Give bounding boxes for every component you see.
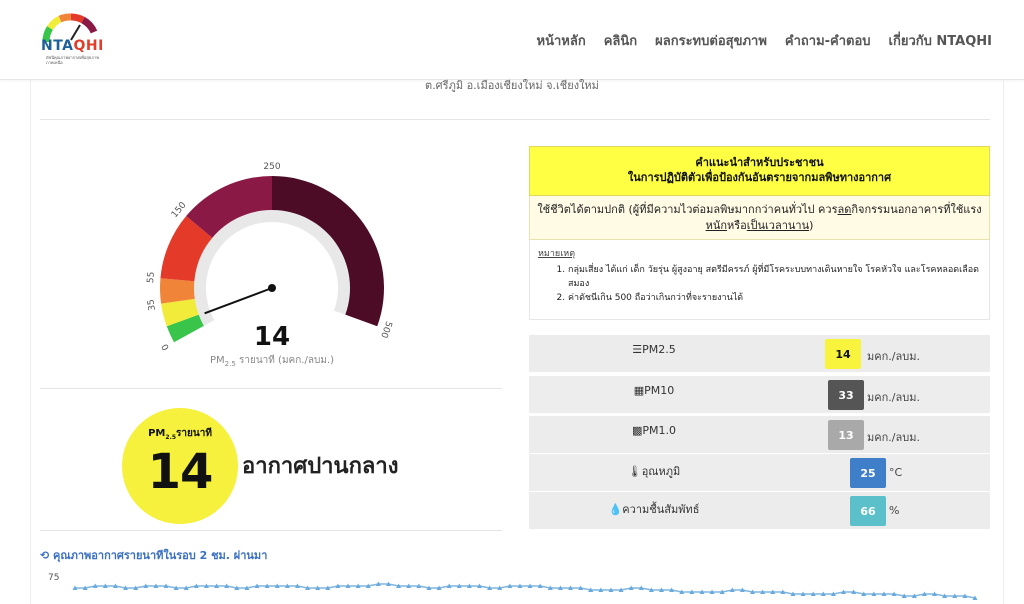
notes-title: หมายเหตุ xyxy=(538,249,576,259)
gauge-tick-label: 55 xyxy=(146,271,157,283)
aqi-circle-label: PM2.5รายนาที xyxy=(148,428,212,441)
left-border xyxy=(30,80,31,604)
reading-unit: % xyxy=(889,504,900,517)
gauge-tick-label: 0 xyxy=(160,341,172,351)
reading-label: ▦PM10 xyxy=(633,384,675,397)
advice-title: คำแนะนำสำหรับประชาชน ในการปฏิบัติตัวเพื่… xyxy=(529,146,990,196)
reading-label: ▩PM1.0 xyxy=(631,424,677,437)
nav-home[interactable]: หน้าหลัก xyxy=(537,30,586,51)
air-condition-text: อากาศปานกลาง xyxy=(242,454,399,479)
pm25-history-chart xyxy=(72,581,978,600)
logo-text: NTAQHI xyxy=(41,38,104,54)
reading-unit: มคก./ลบม. xyxy=(867,431,920,444)
reading-label: ☰PM2.5 xyxy=(632,343,676,356)
reading-label: 🌡อุณหภูมิ xyxy=(627,465,681,478)
aqi-circle: PM2.5รายนาที 14 xyxy=(122,408,238,524)
chart-ytick: 75 xyxy=(48,573,60,583)
history-icon: ⟲ xyxy=(40,549,54,562)
reading-row-pm1: ▩PM1.0 13 มคก./ลบม. xyxy=(529,416,990,454)
main-nav: หน้าหลัก คลินิก ผลกระทบต่อสุขภาพ คำถาม-ค… xyxy=(537,30,992,51)
divider xyxy=(40,530,502,531)
gauge-caption: PM2.5 รายนาที (มคก./ลบม.) xyxy=(210,355,334,368)
nav-faq[interactable]: คำถาม-คำตอบ xyxy=(785,30,871,51)
gauge-tick-label: 250 xyxy=(263,162,280,172)
reading-unit: มคก./ลบม. xyxy=(867,350,920,363)
reading-value: 33 xyxy=(828,380,864,410)
reading-row-temperature: 🌡อุณหภูมิ 25 °C xyxy=(529,454,990,492)
gauge-needle xyxy=(204,287,273,315)
reading-row-pm10: ▦PM10 33 มคก./ลบม. xyxy=(529,376,990,414)
bars-icon: ☰ xyxy=(632,343,643,356)
nav-health-effects[interactable]: ผลกระทบต่อสุขภาพ xyxy=(655,30,767,51)
nav-about[interactable]: เกี่ยวกับ NTAQHI xyxy=(889,30,992,51)
note-item: กลุ่มเสี่ยง ได้แก่ เด็ก วัยรุ่น ผู้สูงอา… xyxy=(568,263,981,291)
reading-value: 25 xyxy=(850,458,886,488)
gauge-value: 14 xyxy=(253,322,291,352)
reading-row-humidity: 💧ความชื้นสัมพัทธ์ 66 % xyxy=(529,492,990,530)
chart-title: ⟲ คุณภาพอากาศรายนาทีในรอบ 2 ชม. ผ่านมา xyxy=(40,549,268,562)
chart-series-line xyxy=(75,583,976,599)
reading-label: 💧ความชื้นสัมพัทธ์ xyxy=(608,503,700,516)
divider xyxy=(40,119,990,120)
reading-value: 66 xyxy=(850,496,886,526)
advice-body: ใช้ชีวิตได้ตามปกติ (ผู้ที่มีความไวต่อมลพ… xyxy=(529,196,990,240)
advice-notes: หมายเหตุ กลุ่มเสี่ยง ได้แก่ เด็ก วัยรุ่น… xyxy=(529,240,990,320)
reading-value: 14 xyxy=(825,339,861,369)
reading-unit: °C xyxy=(889,466,903,479)
station-location: ต.ศรีภูมิ อ.เมืองเชียงใหม่ จ.เชียงใหม่ xyxy=(425,79,599,92)
reading-row-pm25: ☰PM2.5 14 มคก./ลบม. xyxy=(529,335,990,373)
gauge-needle-hub xyxy=(268,284,276,292)
nav-clinic[interactable]: คลินิก xyxy=(604,30,637,51)
logo-subtitle: ดัชนีคุณภาพอากาศเพื่อสุขภาพภาคเหนือ xyxy=(46,55,99,65)
top-navbar: NTAQHI ดัชนีคุณภาพอากาศเพื่อสุขภาพภาคเหน… xyxy=(0,0,1024,80)
right-border xyxy=(1003,80,1004,604)
advice-title-line2: ในการปฏิบัติตัวเพื่อป้องกันอันตรายจากมลพ… xyxy=(627,171,892,184)
thermometer-icon: 🌡 xyxy=(627,465,642,478)
grid-icon: ▦ xyxy=(633,384,645,397)
advice-title-line1: คำแนะนำสำหรับประชาชน xyxy=(695,156,824,169)
reading-value: 13 xyxy=(828,420,864,450)
gauge-tick-label: 35 xyxy=(146,298,157,311)
note-item: ค่าดัชนีเกิน 500 ถือว่าเกินกว่าที่จะรายง… xyxy=(568,291,981,305)
squares-icon: ▩ xyxy=(631,424,643,437)
drop-icon: 💧 xyxy=(608,503,623,516)
divider xyxy=(40,388,502,389)
reading-unit: มคก./ลบม. xyxy=(867,391,920,404)
gauge-tick-label: 500 xyxy=(378,320,393,340)
aqi-circle-value: 14 xyxy=(147,444,214,500)
